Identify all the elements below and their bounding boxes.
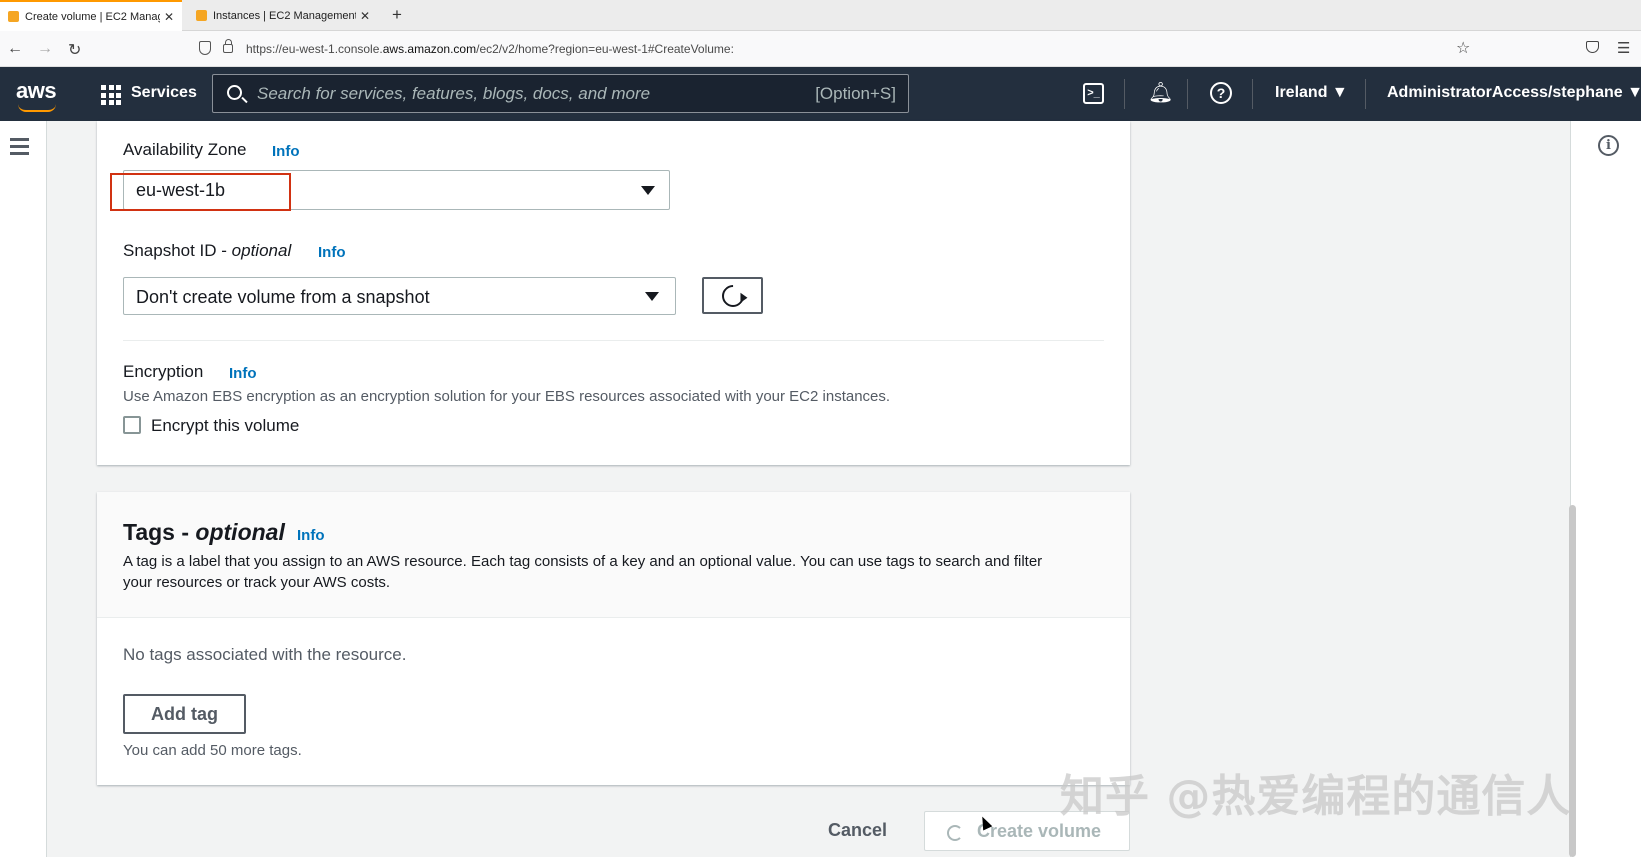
no-tags-text: No tags associated with the resource. bbox=[123, 645, 407, 664]
cloudshell-icon[interactable]: >_ bbox=[1083, 83, 1104, 104]
snapshot-value: Don't create volume from a snapshot bbox=[136, 287, 430, 307]
info-panel-icon[interactable]: i bbox=[1598, 135, 1619, 156]
caret-down-icon bbox=[645, 292, 659, 301]
tab-create-volume[interactable]: Create volume | EC2 Manageme ✕ bbox=[0, 0, 182, 31]
az-label: Availability Zone bbox=[123, 140, 247, 159]
browser-tab-bar: Create volume | EC2 Manageme ✕ Instances… bbox=[0, 0, 1641, 31]
encryption-description: Use Amazon EBS encryption as an encrypti… bbox=[123, 388, 891, 405]
account-menu[interactable]: AdministratorAccess/stephane ▼ bbox=[1387, 84, 1641, 102]
refresh-icon bbox=[717, 280, 749, 312]
url-domain: aws.amazon.com bbox=[382, 42, 477, 56]
az-info-link[interactable]: Info bbox=[272, 143, 300, 160]
shield-icon[interactable] bbox=[199, 41, 211, 55]
services-menu[interactable]: Services bbox=[131, 84, 197, 102]
tags-limit-text: You can add 50 more tags. bbox=[123, 742, 302, 759]
search-shortcut: [Option+S] bbox=[815, 84, 896, 103]
account-label: AdministratorAccess/stephane bbox=[1387, 84, 1623, 101]
tags-info-link[interactable]: Info bbox=[297, 527, 325, 544]
new-tab-icon[interactable]: + bbox=[392, 5, 402, 25]
address-bar[interactable]: https://eu-west-1.console.aws.amazon.com… bbox=[246, 42, 734, 56]
aws-logo-smile bbox=[18, 104, 56, 112]
aws-logo[interactable]: aws bbox=[16, 78, 57, 104]
snapshot-label: Snapshot ID - optional bbox=[123, 241, 291, 261]
cancel-button[interactable]: Cancel bbox=[828, 820, 887, 841]
browser-toolbar: ← → ↻ https://eu-west-1.console.aws.amaz… bbox=[0, 31, 1641, 67]
tags-title: Tags - optional bbox=[123, 519, 285, 546]
bookmark-star-icon[interactable]: ☆ bbox=[1456, 38, 1470, 58]
reload-icon[interactable]: ↻ bbox=[68, 40, 81, 60]
tags-description-line2: your resources or track your AWS costs. bbox=[123, 574, 391, 591]
close-tab-icon[interactable]: ✕ bbox=[164, 10, 174, 24]
divider bbox=[123, 340, 1104, 341]
region-label: Ireland bbox=[1275, 84, 1328, 101]
snapshot-select[interactable]: Don't create volume from a snapshot bbox=[123, 277, 676, 315]
aws-favicon-icon bbox=[196, 10, 207, 21]
pocket-icon[interactable] bbox=[1586, 41, 1599, 53]
tab-title: Create volume | EC2 Manageme bbox=[25, 10, 160, 23]
help-icon[interactable]: ? bbox=[1210, 82, 1232, 104]
tab-title: Instances | EC2 Management C bbox=[213, 9, 356, 22]
tags-title-text: Tags - bbox=[123, 519, 196, 545]
region-selector[interactable]: Ireland ▼ bbox=[1275, 84, 1348, 102]
encrypt-checkbox[interactable] bbox=[123, 416, 141, 434]
search-icon bbox=[227, 85, 242, 100]
tags-description-line1: A tag is a label that you assign to an A… bbox=[123, 553, 1043, 570]
snapshot-info-link[interactable]: Info bbox=[318, 244, 346, 261]
nav-divider bbox=[1252, 79, 1253, 109]
right-help-strip: i bbox=[1570, 121, 1641, 857]
url-suffix: /ec2/v2/home?region=eu-west-1#CreateVolu… bbox=[476, 42, 734, 56]
add-tag-button[interactable]: Add tag bbox=[123, 694, 246, 734]
search-input[interactable]: Search for services, features, blogs, do… bbox=[212, 74, 909, 113]
close-tab-icon[interactable]: ✕ bbox=[360, 9, 370, 23]
search-placeholder: Search for services, features, blogs, do… bbox=[257, 84, 651, 103]
back-icon[interactable]: ← bbox=[7, 40, 23, 58]
nav-divider bbox=[1365, 79, 1366, 109]
loading-spinner-icon bbox=[947, 825, 963, 841]
highlight-box bbox=[110, 173, 291, 211]
caret-down-icon: ▼ bbox=[1331, 84, 1348, 101]
caret-down-icon bbox=[641, 186, 655, 195]
caret-down-icon: ▼ bbox=[1627, 84, 1641, 101]
nav-divider bbox=[1187, 79, 1188, 109]
nav-divider bbox=[1124, 79, 1125, 109]
optional-text: optional bbox=[231, 241, 292, 260]
create-volume-label: Create volume bbox=[977, 821, 1102, 841]
snapshot-label-text: Snapshot ID - bbox=[123, 241, 232, 260]
left-nav-strip bbox=[0, 121, 47, 857]
encryption-label: Encryption bbox=[123, 362, 204, 381]
hamburger-menu-icon[interactable] bbox=[10, 138, 29, 159]
url-prefix: https://eu-west-1.console. bbox=[246, 42, 383, 56]
forward-icon[interactable]: → bbox=[37, 40, 53, 58]
optional-text: optional bbox=[195, 519, 285, 545]
browser-menu-icon[interactable]: ☰ bbox=[1617, 39, 1630, 57]
aws-favicon-icon bbox=[8, 11, 19, 22]
tab-instances[interactable]: Instances | EC2 Management C ✕ bbox=[188, 0, 378, 31]
watermark: 知乎 @热爱编程的通信人 bbox=[1060, 771, 1572, 822]
encryption-info-link[interactable]: Info bbox=[229, 365, 257, 382]
services-grid-icon[interactable] bbox=[101, 85, 121, 105]
lock-icon[interactable] bbox=[223, 39, 233, 53]
bell-icon[interactable]: 🔔︎ bbox=[1148, 80, 1173, 105]
aws-top-nav: aws Services Search for services, featur… bbox=[0, 67, 1641, 121]
refresh-snapshots-button[interactable] bbox=[702, 277, 763, 314]
encrypt-checkbox-label[interactable]: Encrypt this volume bbox=[151, 416, 299, 436]
